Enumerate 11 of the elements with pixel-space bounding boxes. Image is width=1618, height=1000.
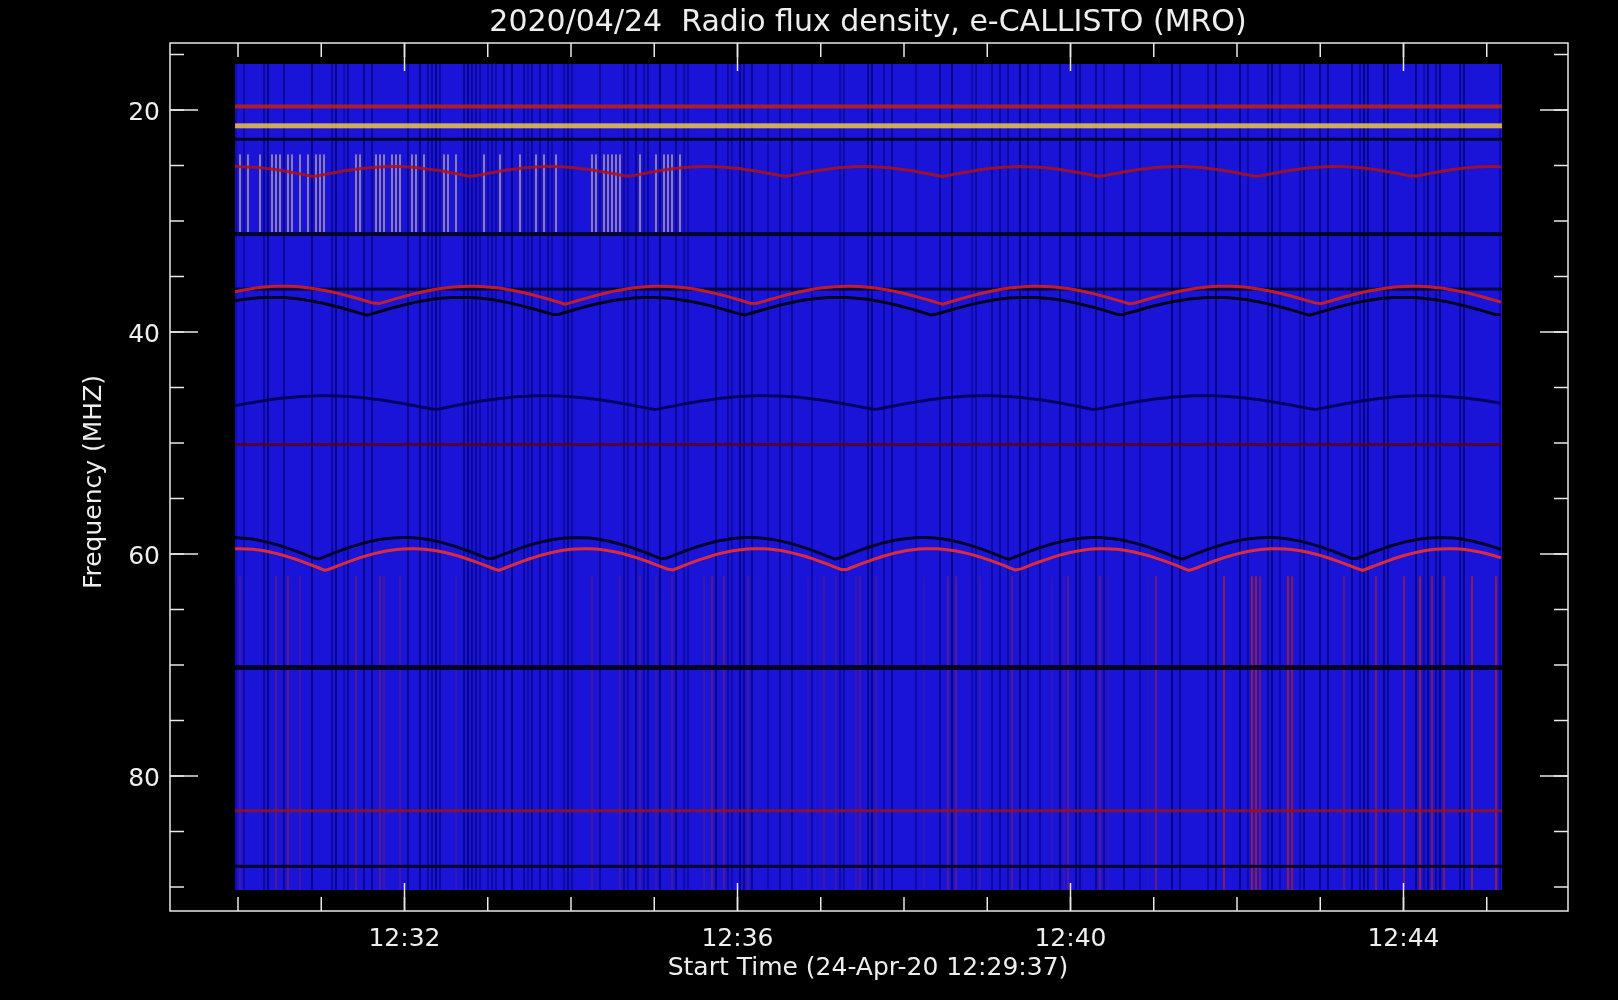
tick-label: 20 <box>128 97 160 126</box>
tick-label: 12:36 <box>701 923 774 952</box>
tick-label: 12:44 <box>1367 923 1440 952</box>
tick-label: 60 <box>128 541 160 570</box>
tick-label: 12:40 <box>1034 923 1107 952</box>
axis-title: Start Time (24-Apr-20 12:29:37) <box>667 952 1069 981</box>
tick-label: 80 <box>128 763 160 792</box>
tick-label: 40 <box>128 319 160 348</box>
axis-title: Frequency (MHZ) <box>78 374 107 590</box>
tick-label: 12:32 <box>368 923 441 952</box>
chart-title: 2020/04/24 Radio flux density, e-CALLISTO (MRO) <box>489 3 1247 38</box>
